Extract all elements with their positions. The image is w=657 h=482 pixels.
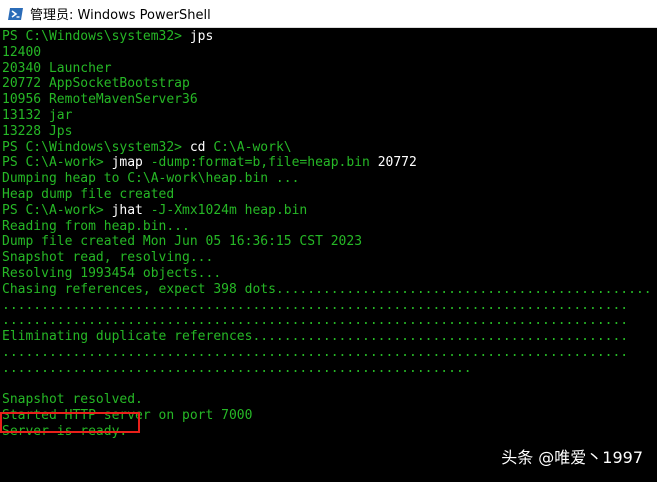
console-line: Eliminating duplicate references........…: [2, 329, 652, 345]
command-text: 20772: [377, 155, 417, 171]
console-line: 20340 Launcher: [2, 61, 652, 77]
prompt-text: PS C:\Windows\system32>: [2, 29, 190, 44]
output-text: 20340 Launcher: [2, 60, 112, 76]
output-text: C:\A-work\: [213, 139, 292, 155]
prompt-text: PS C:\A-work>: [2, 202, 112, 218]
console-line: Snapshot resolved.: [2, 392, 652, 408]
command-text: jhat: [111, 202, 151, 218]
output-text: Eliminating duplicate references........…: [2, 329, 629, 345]
output-text: 12400: [2, 44, 42, 60]
console-line: 13132 jar: [2, 108, 652, 124]
console-output[interactable]: PS C:\Windows\system32> jps 12400 20340 La…: [2, 29, 652, 449]
console-line: 20772 AppSocketBootstrap: [2, 76, 652, 92]
console-line: Dump file created Mon Jun 05 16:36:15 CS…: [2, 234, 652, 250]
console-line: PS C:\Windows\system32> cd C:\A-work\: [2, 140, 652, 156]
output-text: 13132 jar: [2, 107, 73, 123]
output-text: Resolving 1993454 objects...: [2, 265, 222, 281]
console-line: Snapshot read, resolving...: [2, 250, 652, 266]
output-text: Reading from heap.bin...: [2, 218, 190, 234]
command-text: jps: [189, 29, 214, 44]
console-line: ........................................…: [2, 298, 652, 314]
output-text: Snapshot resolved.: [2, 392, 143, 408]
output-text: ........................................…: [2, 297, 629, 313]
output-text: 20772 AppSocketBootstrap: [2, 76, 190, 92]
console-line: ........................................…: [2, 345, 652, 361]
output-text: -J-Xmx1024m heap.bin: [150, 202, 308, 218]
output-text: Heap dump file created: [2, 186, 175, 202]
output-text: Chasing references, expect 398 dots.....…: [2, 281, 652, 297]
console-line: Chasing references, expect 398 dots.....…: [2, 282, 652, 298]
highlight-annotation-box: [0, 412, 140, 433]
console-line: PS C:\A-work> jhat -J-Xmx1024m heap.bin: [2, 203, 652, 219]
command-text: cd: [189, 139, 214, 155]
powershell-icon: [8, 6, 24, 22]
watermark-text: 头条 @唯爱丶1997: [501, 448, 643, 467]
output-text: -dump:format=b,file=heap.bin: [150, 155, 378, 171]
output-text: ........................................…: [2, 360, 472, 376]
prompt-text: PS C:\Windows\system32>: [2, 139, 190, 155]
output-text: 10956 RemoteMavenServer36: [2, 92, 198, 108]
window-title: 管理员: Windows PowerShell: [30, 8, 211, 23]
console-line: PS C:\A-work> jmap -dump:format=b,file=h…: [2, 155, 652, 171]
output-text: Dump file created Mon Jun 05 16:36:15 CS…: [2, 234, 363, 250]
output-text: Snapshot read, resolving...: [2, 250, 214, 266]
console-line: 13228 Jps: [2, 124, 652, 140]
console-line: Reading from heap.bin...: [2, 219, 652, 235]
title-bar[interactable]: 管理员: Windows PowerShell: [0, 0, 657, 28]
output-text: 13228 Jps: [2, 123, 73, 139]
console-line: Resolving 1993454 objects...: [2, 266, 652, 282]
output-text: Dumping heap to C:\A-work\heap.bin ...: [2, 171, 300, 187]
console-line: ........................................…: [2, 313, 652, 329]
output-text: ........................................…: [2, 344, 629, 360]
console-line: Heap dump file created: [2, 187, 652, 203]
console-line: 10956 RemoteMavenServer36: [2, 92, 652, 108]
console-line: ........................................…: [2, 361, 652, 377]
prompt-text: PS C:\A-work>: [2, 155, 112, 171]
console-line: 12400: [2, 45, 652, 61]
console-line: PS C:\Windows\system32> jps: [2, 29, 652, 45]
command-text: jmap: [111, 155, 151, 171]
output-text: ........................................…: [2, 313, 629, 329]
console-line: Dumping heap to C:\A-work\heap.bin ...: [2, 171, 652, 187]
